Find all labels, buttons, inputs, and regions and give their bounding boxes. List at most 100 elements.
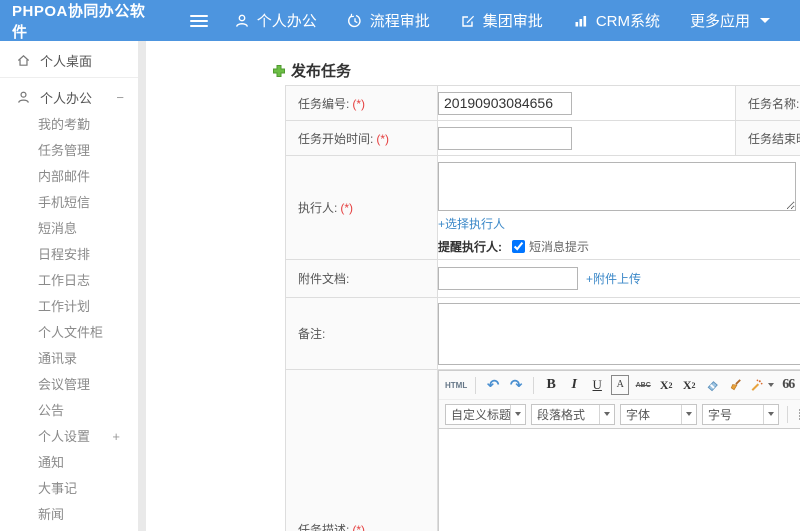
sidebar-item-personal-office[interactable]: 个人办公 − xyxy=(0,82,138,112)
sidebar-item-label: 日程安排 xyxy=(38,247,91,262)
nav-item-more-apps[interactable]: 更多应用 xyxy=(690,10,770,31)
editor-content-area[interactable] xyxy=(439,428,800,531)
sidebar-item-label: 任务管理 xyxy=(38,143,91,158)
clock-icon xyxy=(347,13,361,27)
task-name-label-cell: 任务名称:(*) xyxy=(735,85,800,121)
bar-chart-icon xyxy=(575,15,586,26)
sms-remind-checkbox[interactable] xyxy=(512,240,525,253)
toolbar-separator xyxy=(787,405,788,423)
sidebar-item-label: 通讯录 xyxy=(38,351,78,366)
executor-label-cell: 执行人: (*) xyxy=(285,155,438,260)
clean-format-brush-icon[interactable] xyxy=(726,375,744,395)
sidebar-item-meeting-management[interactable]: 会议管理 xyxy=(0,372,138,398)
field-label: 执行人: xyxy=(298,201,338,215)
attachment-upload-link[interactable]: +附件上传 xyxy=(586,270,641,287)
strikethrough-button[interactable]: ABC xyxy=(634,375,652,395)
sidebar-item-personal-settings[interactable]: 个人设置 + xyxy=(0,424,138,450)
field-label: 备注: xyxy=(298,327,326,341)
hamburger-menu-icon[interactable] xyxy=(189,12,208,30)
caret-down-icon xyxy=(763,404,778,424)
main-content: 发布任务 任务编号:(*) 任务名称:(*) 任务开 xyxy=(146,41,800,531)
sidebar-item-short-message[interactable]: 短消息 xyxy=(0,216,138,242)
sms-remind-label: 短消息提示 xyxy=(529,240,590,254)
sidebar-item-personal-files[interactable]: 个人文件柜 xyxy=(0,320,138,346)
caret-down-icon xyxy=(599,404,614,424)
redo-icon[interactable]: ↷ xyxy=(507,375,525,395)
custom-heading-select[interactable]: 自定义标题 xyxy=(445,403,526,425)
choose-executor-link[interactable]: +选择执行人 xyxy=(438,217,505,231)
editor-toolbar-row2: 自定义标题 段落格式 字体 字号 xyxy=(439,399,800,428)
sidebar-item-schedule[interactable]: 日程安排 xyxy=(0,242,138,268)
align-left-icon[interactable] xyxy=(796,404,800,424)
person-icon xyxy=(18,91,29,103)
sidebar-item-label: 大事记 xyxy=(38,481,78,496)
sidebar-item-announcement[interactable]: 公告 xyxy=(0,398,138,424)
sidebar-item-contacts[interactable]: 通讯录 xyxy=(0,346,138,372)
home-icon xyxy=(17,54,30,66)
page-title-bar: 发布任务 xyxy=(146,41,800,85)
nav-item-crm-system[interactable]: CRM系统 xyxy=(573,10,660,31)
sidebar-item-desktop[interactable]: 个人桌面 xyxy=(0,45,138,75)
topbar: PHPOA协同办公软件 个人办公 流程审批 集团审批 CRM系统 更多应用 xyxy=(0,0,800,41)
undo-icon[interactable]: ↶ xyxy=(484,375,502,395)
task-number-label-cell: 任务编号: (*) xyxy=(285,85,438,121)
sidebar-item-work-plan[interactable]: 工作计划 xyxy=(0,294,138,320)
sidebar-item-news[interactable]: 新闻 xyxy=(0,502,138,528)
superscript-button[interactable]: X2 xyxy=(657,375,675,395)
sidebar-item-label: 我的考勤 xyxy=(38,117,91,132)
collapse-icon[interactable]: − xyxy=(116,90,124,105)
paragraph-format-select[interactable]: 段落格式 xyxy=(531,403,615,425)
nav-label: 集团审批 xyxy=(482,13,543,30)
required-mark: (*) xyxy=(352,96,366,111)
nav-label: 流程审批 xyxy=(369,13,430,30)
font-family-select[interactable]: 字体 xyxy=(620,403,697,425)
underline-button[interactable]: U xyxy=(588,375,606,395)
sidebar-item-label: 通知 xyxy=(38,455,65,470)
required-mark: (*) xyxy=(376,131,390,146)
required-mark: (*) xyxy=(352,523,366,531)
sidebar-content-divider xyxy=(138,41,146,531)
eraser-icon[interactable] xyxy=(703,375,721,395)
nav-label: CRM系统 xyxy=(595,13,660,30)
editor-toolbar-row1: HTML ↶ ↷ B I U A ABC X2 X2 66 xyxy=(439,371,800,399)
toolbar-separator xyxy=(475,376,477,394)
italic-button[interactable]: I xyxy=(565,375,583,395)
publish-task-form: 任务编号:(*) 任务名称:(*) 任务开始时间:(*) xyxy=(285,85,800,531)
expand-icon[interactable]: + xyxy=(112,424,120,450)
start-time-input[interactable] xyxy=(438,126,572,150)
remind-executor-label: 提醒执行人: xyxy=(438,240,502,254)
end-time-label-cell: 任务结束时间:(*) xyxy=(735,120,800,156)
start-time-label-cell: 任务开始时间: (*) xyxy=(285,120,438,156)
sidebar-item-label: 个人文件柜 xyxy=(38,325,104,340)
nav-label: 个人办公 xyxy=(256,13,317,30)
nav-item-workflow-approval[interactable]: 流程审批 xyxy=(347,10,430,31)
html-source-button[interactable]: HTML xyxy=(445,375,467,395)
sidebar-item-internal-mail[interactable]: 内部邮件 xyxy=(0,164,138,190)
font-style-button[interactable]: A xyxy=(611,375,630,395)
sidebar-item-mobile-sms[interactable]: 手机短信 xyxy=(0,190,138,216)
executor-textarea[interactable] xyxy=(438,162,796,211)
description-label-cell: 任务描述: (*) xyxy=(285,369,438,531)
format-painter-icon[interactable] xyxy=(749,375,775,395)
sidebar-item-label: 新闻 xyxy=(38,507,65,522)
nav-item-group-approval[interactable]: 集团审批 xyxy=(460,10,543,31)
sidebar-item-task-management[interactable]: 任务管理 xyxy=(0,138,138,164)
font-size-select[interactable]: 字号 xyxy=(702,403,779,425)
sidebar-item-work-log[interactable]: 工作日志 xyxy=(0,268,138,294)
task-number-input[interactable] xyxy=(438,91,572,115)
sidebar-item-label: 工作日志 xyxy=(38,273,91,288)
sidebar-item-memorabilia[interactable]: 大事记 xyxy=(0,476,138,502)
blockquote-button[interactable]: 66 xyxy=(779,375,797,395)
sidebar-item-attendance[interactable]: 我的考勤 xyxy=(0,112,138,138)
remark-label-cell: 备注: xyxy=(285,297,438,370)
sidebar-item-label: 内部邮件 xyxy=(38,169,91,184)
attachment-input[interactable] xyxy=(438,267,578,290)
field-label: 任务编号: xyxy=(298,96,350,111)
sidebar: 个人桌面 个人办公 − 我的考勤 任务管理 内部邮件 手机短信 短消息 日程安排… xyxy=(0,41,138,531)
remark-textarea[interactable] xyxy=(438,302,800,365)
bold-button[interactable]: B xyxy=(542,375,560,395)
sidebar-item-label: 手机短信 xyxy=(38,195,91,210)
nav-item-personal-office[interactable]: 个人办公 xyxy=(234,10,317,31)
subscript-button[interactable]: X2 xyxy=(680,375,698,395)
sidebar-item-notification[interactable]: 通知 xyxy=(0,450,138,476)
